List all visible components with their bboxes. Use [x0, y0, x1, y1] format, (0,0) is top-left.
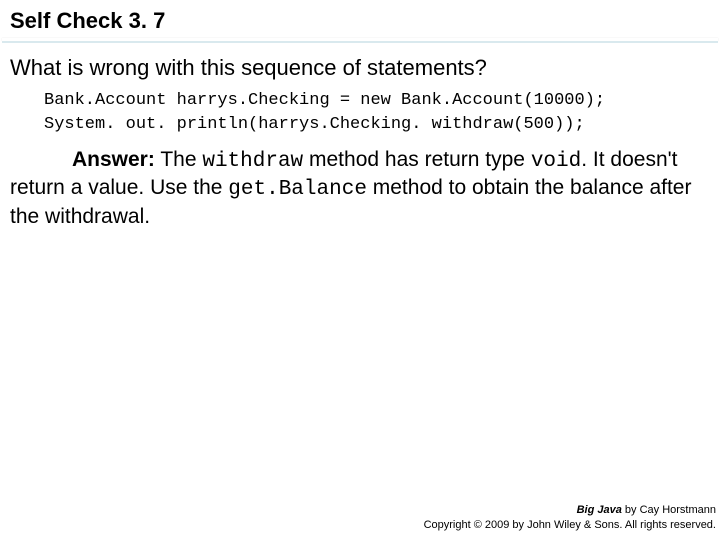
answer-code-void: void — [531, 150, 581, 173]
footer-byline: by Cay Horstmann — [622, 504, 716, 516]
answer-text-2: method has return type — [303, 148, 531, 171]
answer-text-1: The — [155, 148, 202, 171]
footer-book-title: Big Java — [577, 504, 622, 516]
answer-label: Answer: — [72, 148, 155, 171]
slide-title: Self Check 3. 7 — [0, 0, 720, 38]
divider-bottom — [2, 41, 718, 43]
code-line-1: Bank.Account harrys.Checking = new Bank.… — [44, 91, 605, 110]
answer-paragraph: Answer: The withdraw method has return t… — [0, 143, 720, 232]
code-block: Bank.Account harrys.Checking = new Bank.… — [0, 89, 720, 143]
answer-code-withdraw: withdraw — [202, 150, 303, 173]
code-line-2: System. out. println(harrys.Checking. wi… — [44, 115, 585, 134]
question-text: What is wrong with this sequence of stat… — [0, 51, 720, 89]
answer-code-getbalance: get.Balance — [228, 178, 367, 201]
footer: Big Java by Cay Horstmann Copyright © 20… — [424, 503, 716, 532]
footer-copyright: Copyright © 2009 by John Wiley & Sons. A… — [424, 518, 716, 532]
footer-line-1: Big Java by Cay Horstmann — [424, 503, 716, 517]
